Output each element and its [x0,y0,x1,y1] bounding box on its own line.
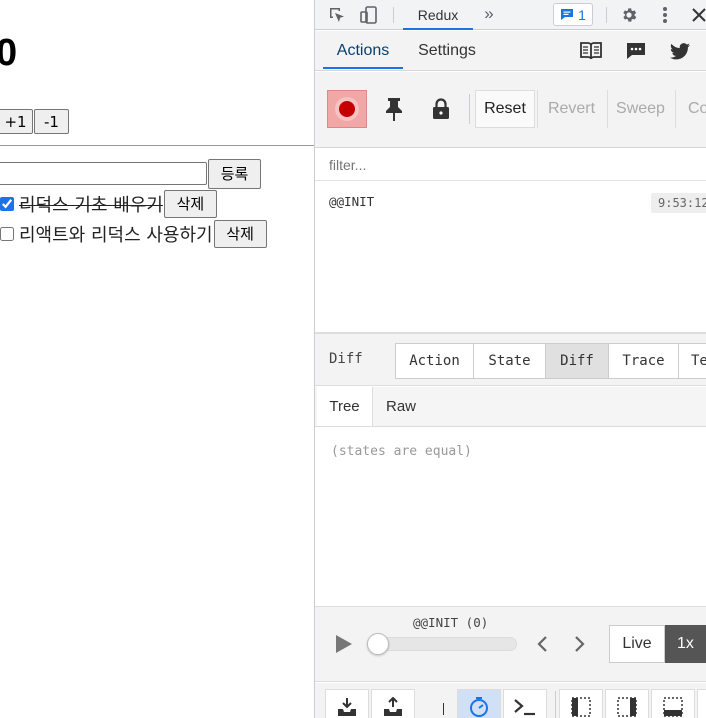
tab-redux[interactable]: Redux [403,0,473,30]
layout-icon [663,697,683,717]
terminal-button[interactable] [503,689,547,718]
slider-thumb[interactable] [367,633,389,655]
twitter-icon[interactable] [669,40,691,62]
tab-settings[interactable]: Settings [407,31,487,70]
inspect-element-icon[interactable] [327,5,347,25]
export-button[interactable] [371,689,415,718]
tab-test[interactable]: Te [678,343,706,379]
live-button[interactable]: Live [609,625,665,663]
devtools-pane: Redux » 1 Actions Settings Reset Revert … [314,0,706,718]
diff-message: (states are equal) [331,444,472,459]
action-timestamp: 9:53:12 [651,193,706,213]
action-name: @@INIT [329,194,375,209]
tab-trace[interactable]: Trace [608,343,679,379]
reset-button[interactable]: Reset [475,90,535,128]
separator [555,691,556,718]
lock-icon [433,98,449,119]
tab-raw[interactable]: Raw [373,387,429,426]
message-icon [561,9,574,20]
filter-row [315,149,706,181]
delete-todo-button[interactable]: 삭제 [163,190,217,218]
layout-bottom-button[interactable] [651,689,695,718]
gear-icon[interactable] [619,5,639,25]
issues-badge[interactable]: 1 [553,3,593,26]
record-icon [335,97,359,121]
layout-icon [617,697,637,717]
terminal-icon [514,699,535,716]
counter-value: 0 [0,32,18,74]
monitor-header: Diff Action State Diff Trace Te [315,334,706,386]
more-options-icon[interactable] [655,5,675,25]
devtools-tabbar: Redux » 1 [315,0,706,30]
redux-tabbar: Actions Settings [315,31,706,71]
separator [393,7,394,23]
play-icon[interactable] [333,633,355,655]
record-button[interactable] [327,90,367,128]
playback-speed-button[interactable]: 1x [665,625,706,663]
increment-button[interactable]: +1 [0,109,33,134]
todo-checkbox[interactable] [0,227,14,241]
divider [0,145,314,146]
chat-icon[interactable] [625,40,647,62]
layout-right-button[interactable] [605,689,649,718]
sweep-button[interactable]: Sweep [607,90,673,128]
todo-item: 리액트와 리덕스 사용하기 삭제 [0,220,267,248]
chevron-left-icon[interactable] [531,633,553,655]
issues-count: 1 [578,6,586,23]
layout-icon [571,697,591,717]
tab-action[interactable]: Action [395,343,474,379]
import-button[interactable] [325,689,369,718]
tab-underline [403,28,473,30]
separator [606,7,607,23]
list-item[interactable]: @@INIT 9:53:12 [315,188,706,216]
pin-icon [386,98,402,121]
action-list: @@INIT 9:53:12 [315,182,706,332]
book-icon[interactable] [579,40,603,62]
chevron-right-icon[interactable] [569,633,591,655]
layout-top-button[interactable] [697,689,706,718]
app-pane: 0 +1 -1 등록 리덕스 기초 배우기 삭제 리액트와 리덕스 사용하기 삭… [0,0,314,718]
commit-button[interactable]: Co [675,90,706,128]
todo-item: 리덕스 기초 배우기 삭제 [0,190,217,218]
export-icon [384,697,402,716]
delete-todo-button[interactable]: 삭제 [213,220,267,248]
dispatcher-button[interactable] [457,689,501,718]
tab-underline [323,67,403,69]
view-tabs: Tree Raw [315,387,706,427]
slider-track[interactable] [369,637,517,651]
separator [443,703,444,715]
tab-state[interactable]: State [473,343,546,379]
todo-checkbox[interactable] [0,197,14,211]
layout-left-button[interactable] [559,689,603,718]
timer-icon [470,697,488,717]
double-chevron-right-icon[interactable]: » [479,4,499,24]
separator [469,94,470,124]
redux-toolbar: Reset Revert Sweep Co [315,72,706,148]
filter-input[interactable] [329,155,689,175]
close-icon[interactable] [689,5,706,25]
tab-tree[interactable]: Tree [317,387,373,426]
import-icon [338,698,356,716]
tab-actions[interactable]: Actions [323,31,403,70]
decrement-button[interactable]: -1 [34,109,69,134]
slider-panel: @@INIT (0) Live 1x [315,606,706,682]
revert-button[interactable]: Revert [537,90,605,128]
device-toolbar-icon[interactable] [359,5,379,25]
pin-button[interactable] [373,90,415,128]
bottom-toolbar [315,683,706,718]
monitor-title: Diff [329,351,363,367]
todo-input[interactable] [0,162,207,185]
todo-text: 리액트와 리덕스 사용하기 [19,225,213,246]
diff-panel: (states are equal) [315,428,706,606]
lock-button[interactable] [420,90,462,128]
todo-text: 리덕스 기초 배우기 [19,195,163,216]
slider-label: @@INIT (0) [413,615,489,630]
tab-diff[interactable]: Diff [545,343,609,379]
add-todo-button[interactable]: 등록 [208,159,261,189]
